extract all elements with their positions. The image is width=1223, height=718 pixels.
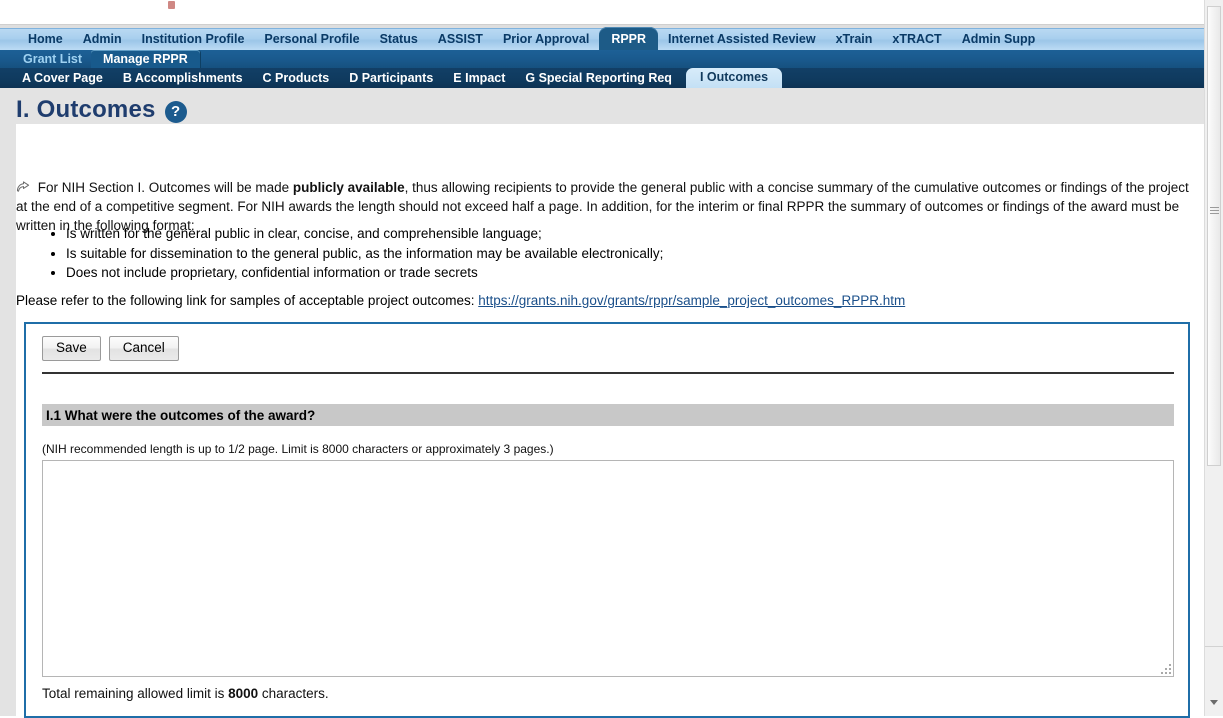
- form-divider: [42, 372, 1174, 374]
- nav-item-rppr[interactable]: RPPR: [599, 27, 659, 52]
- scrollbar-thumb[interactable]: [1207, 6, 1221, 466]
- sample-outcomes-link[interactable]: https://grants.nih.gov/grants/rppr/sampl…: [478, 293, 905, 308]
- intro-emphasis: publicly available: [292, 179, 405, 195]
- nav-item-admin[interactable]: Admin: [73, 29, 132, 50]
- scrollbar-divider: [1205, 646, 1223, 647]
- nav-item-status[interactable]: Status: [370, 29, 428, 50]
- nav-item-grant-list[interactable]: Grant List: [14, 51, 91, 68]
- nav-item-home[interactable]: Home: [18, 29, 73, 50]
- tab-g-special-reporting-req[interactable]: G Special Reporting Req: [515, 69, 682, 88]
- nav-item-xtract[interactable]: xTRACT: [882, 29, 951, 50]
- browser-top-strip: [0, 0, 1223, 29]
- section-tabs: A Cover Page B Accomplishments C Product…: [0, 68, 1205, 88]
- question-mark-icon[interactable]: ?: [164, 100, 187, 123]
- tab-i-outcomes[interactable]: I Outcomes: [685, 68, 783, 88]
- nav-item-admin-supp[interactable]: Admin Supp: [952, 29, 1046, 50]
- content-panel: For NIH Section I. Outcomes will be made…: [16, 124, 1205, 718]
- page-background-left: [0, 124, 16, 716]
- page-title: I. Outcomes: [16, 96, 156, 123]
- outcomes-form-box: Save Cancel I.1 What were the outcomes o…: [24, 322, 1190, 716]
- tab-c-products[interactable]: C Products: [253, 69, 340, 88]
- tab-e-impact[interactable]: E Impact: [443, 69, 515, 88]
- outcomes-textarea[interactable]: [42, 460, 1174, 677]
- nav-item-personal-profile[interactable]: Personal Profile: [254, 29, 369, 50]
- cancel-button[interactable]: Cancel: [108, 336, 179, 361]
- remaining-count: 8000: [228, 686, 259, 701]
- primary-navigation: Home Admin Institution Profile Personal …: [0, 27, 1205, 52]
- page-artifact-mark: [168, 1, 175, 9]
- sample-outcomes-prefix: Please refer to the following link for s…: [16, 293, 479, 308]
- sample-outcomes-line: Please refer to the following link for s…: [16, 292, 905, 310]
- nav-item-prior-approval[interactable]: Prior Approval: [493, 29, 599, 50]
- page-scrollbar[interactable]: [1204, 0, 1223, 716]
- secondary-navigation: Grant List Manage RPPR: [0, 49, 1205, 69]
- list-item: Is written for the general public in cle…: [66, 224, 663, 244]
- list-item: Does not include proprietary, confidenti…: [66, 263, 663, 283]
- list-item: Is suitable for dissemination to the gen…: [66, 244, 663, 264]
- nav-item-manage-rppr[interactable]: Manage RPPR: [91, 49, 200, 69]
- question-header-bar: I.1 What were the outcomes of the award?: [42, 404, 1174, 426]
- remaining-prefix: Total remaining allowed limit is: [42, 686, 229, 701]
- nav-item-institution-profile[interactable]: Institution Profile: [132, 29, 255, 50]
- nav-item-internet-assisted-review[interactable]: Internet Assisted Review: [658, 29, 826, 50]
- scroll-down-arrow-icon[interactable]: [1210, 700, 1218, 705]
- form-button-row: Save Cancel: [42, 336, 179, 361]
- scrollbar-thumb-grip: [1210, 207, 1219, 216]
- length-hint-text: (NIH recommended length is up to 1/2 pag…: [42, 442, 554, 456]
- remaining-suffix: characters.: [258, 686, 329, 701]
- tab-d-participants[interactable]: D Participants: [339, 69, 443, 88]
- pencil-note-icon: [16, 180, 30, 192]
- remaining-characters-text: Total remaining allowed limit is 8000 ch…: [42, 686, 329, 701]
- tab-b-accomplishments[interactable]: B Accomplishments: [113, 69, 253, 88]
- nav-item-xtrain[interactable]: xTrain: [826, 29, 883, 50]
- save-button[interactable]: Save: [42, 336, 101, 361]
- intro-text-part1: For NIH Section I. Outcomes will be made: [37, 179, 293, 195]
- nav-item-assist[interactable]: ASSIST: [428, 29, 493, 50]
- tab-a-cover-page[interactable]: A Cover Page: [12, 69, 113, 88]
- page-title-group: I. Outcomes ?: [16, 96, 187, 124]
- format-requirements-list: Is written for the general public in cle…: [46, 224, 663, 283]
